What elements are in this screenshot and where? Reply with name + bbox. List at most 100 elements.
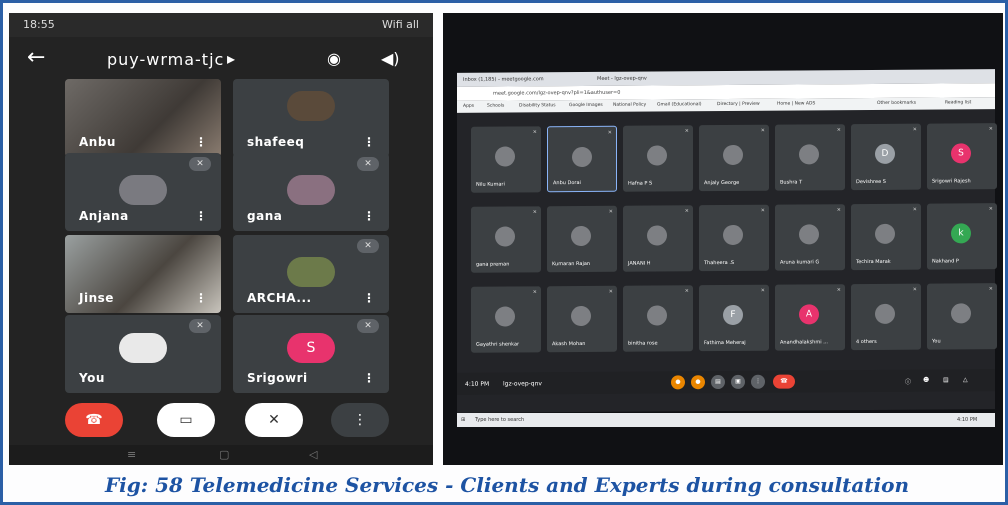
chat-icon[interactable]: ▤: [943, 376, 949, 383]
participant-name: You: [79, 371, 105, 385]
participant-tile[interactable]: ✕ Nilu Kumari: [471, 126, 541, 193]
more-options-icon[interactable]: ⋮: [195, 209, 207, 223]
more-options-button[interactable]: ⋮: [331, 403, 389, 437]
participant-name: Fathima Meheraj: [704, 339, 746, 347]
bookmark-item[interactable]: Home | New ADS: [777, 101, 815, 106]
participant-tile[interactable]: ✕ gana preman: [471, 206, 541, 273]
more-options-icon[interactable]: ⋮: [363, 209, 375, 223]
bookmark-item[interactable]: Gmail (Educational): [657, 102, 701, 107]
participant-tile[interactable]: ✕ S Srigowri ⋮: [233, 315, 389, 393]
camera-switch-icon[interactable]: ◉: [327, 49, 341, 68]
participant-tile[interactable]: ✕ Anjana ⋮: [65, 153, 221, 231]
participant-tile[interactable]: ✕ gana ⋮: [233, 153, 389, 231]
participant-tile[interactable]: ✕ ARCHA... ⋮: [233, 235, 389, 313]
participant-name: Aruna kumari G: [780, 259, 820, 266]
participant-tile[interactable]: ✕ Akash Mohan: [547, 285, 617, 353]
tab-inbox[interactable]: Inbox (1,185) - meetgoogle.com: [463, 76, 544, 83]
home-icon[interactable]: ▢: [219, 448, 229, 461]
participant-tile[interactable]: ✕ Thaheera .S: [699, 204, 769, 272]
bookmark-item[interactable]: Disability Status: [519, 103, 556, 108]
taskbar-search[interactable]: Type here to search: [475, 417, 524, 423]
participant-name: gana: [247, 209, 283, 223]
participant-name: Srigowri Rajesh: [932, 178, 971, 185]
mic-off-icon: ✕: [836, 287, 841, 294]
participant-tile[interactable]: F ✕ Fathima Meheraj: [699, 284, 769, 352]
participant-tile[interactable]: ✕ Hafna P S: [623, 125, 693, 192]
activities-icon[interactable]: △: [963, 376, 968, 383]
participant-tile[interactable]: ✕ 4 others: [851, 283, 921, 351]
bookmarks-bar: Apps Schools Disability Status Google Im…: [457, 97, 995, 113]
participant-tile[interactable]: D ✕ Devishree S: [851, 123, 921, 191]
bookmark-item[interactable]: Apps: [463, 104, 474, 109]
participant-name: Thaheera .S: [704, 259, 735, 267]
participant-name: Kumaran Rajan: [552, 260, 591, 268]
more-options-icon[interactable]: ⋮: [363, 371, 375, 385]
participant-tile[interactable]: ✕ Anjaly George: [699, 124, 769, 192]
avatar: [799, 144, 819, 165]
participant-tile[interactable]: A ✕ Anandhalakshmi ...: [775, 284, 845, 351]
participant-tile[interactable]: ✕ Bushra T: [775, 124, 845, 191]
bookmark-item[interactable]: Schools: [487, 104, 504, 109]
chevron-right-icon[interactable]: ▸: [227, 49, 235, 68]
info-icon[interactable]: ⓘ: [905, 377, 911, 386]
participant-tile[interactable]: S ✕ Srigowri Rajesh: [927, 123, 997, 190]
participant-name: Srigowri: [247, 371, 308, 385]
end-call-button[interactable]: ☎: [65, 403, 123, 437]
participant-name: Techira Marak: [856, 258, 891, 266]
phone-screenshot: 18:55 Wifi all ← puy-wrma-tjc ▸ ◉ ◀) Anb…: [9, 13, 433, 465]
speaker-icon[interactable]: ◀): [381, 49, 400, 68]
more-options-icon[interactable]: ⋮: [195, 135, 207, 149]
participant-tile[interactable]: ✕ Aruna kumari G: [775, 204, 845, 271]
participant-tile[interactable]: ✕ JANANI H: [623, 205, 693, 272]
end-call-button[interactable]: ☎: [773, 374, 795, 389]
more-options-icon[interactable]: ⋮: [195, 291, 207, 305]
status-bar: 18:55 Wifi all: [9, 13, 433, 37]
mic-off-button[interactable]: ✕: [245, 403, 303, 437]
participant-tile[interactable]: ✕ binitha rose: [623, 285, 693, 352]
avatar: k: [951, 223, 971, 244]
participant-tile[interactable]: ✕ Anbu Dorai: [547, 125, 617, 193]
participant-tile[interactable]: ✕ You: [927, 283, 997, 350]
camera-button[interactable]: ●: [691, 375, 705, 390]
participant-name: Hafna P S: [628, 180, 653, 187]
mic-off-icon: ✕: [357, 157, 379, 171]
mic-off-icon: ✕: [760, 207, 765, 214]
participant-tile[interactable]: ✕ Techira Marak: [851, 203, 921, 271]
more-options-icon[interactable]: ⋮: [363, 291, 375, 305]
back-icon[interactable]: ◁: [309, 448, 317, 461]
meeting-code: lgz-ovep-qnv: [503, 380, 542, 388]
captions-button[interactable]: ▤: [711, 375, 725, 390]
meeting-code[interactable]: puy-wrma-tjc: [107, 50, 224, 69]
start-icon[interactable]: ⊞: [461, 417, 465, 423]
back-arrow-icon[interactable]: ←: [27, 45, 45, 70]
present-button[interactable]: ▣: [731, 374, 745, 389]
mic-button[interactable]: ●: [671, 375, 685, 390]
participant-tile[interactable]: Jinse ⋮: [65, 235, 221, 313]
participant-tile[interactable]: Anbu ⋮: [65, 79, 221, 157]
mic-off-icon: ✕: [912, 206, 917, 213]
participant-name: Devishree S: [856, 178, 886, 186]
people-icon[interactable]: ☻: [923, 377, 929, 384]
tab-meet[interactable]: Meet - lgz-ovep-qnv: [597, 76, 647, 82]
bookmark-item[interactable]: National Policy: [613, 103, 646, 108]
bookmark-item[interactable]: Reading list: [945, 100, 971, 105]
meet-control-bar: 4:10 PM lgz-ovep-qnv ● ● ▤ ▣ ⋮ ☎ ⓘ ☻ ▤ △: [457, 369, 995, 395]
figure-frame: 18:55 Wifi all ← puy-wrma-tjc ▸ ◉ ◀) Anb…: [0, 0, 1008, 505]
meeting-time: 4:10 PM: [465, 380, 490, 388]
camera-off-button[interactable]: ▭: [157, 403, 215, 437]
participant-name: Anbu Dorai: [553, 180, 581, 187]
bookmark-item[interactable]: Directory | Preview: [717, 102, 760, 107]
participant-tile[interactable]: ✕ You: [65, 315, 221, 393]
recents-icon[interactable]: ≡: [127, 448, 136, 461]
participant-tile[interactable]: shafeeq ⋮: [233, 79, 389, 157]
participant-name: Anandhalakshmi ...: [780, 339, 828, 346]
participant-tile[interactable]: ✕ Kumaran Rajan: [547, 205, 617, 273]
more-options-button[interactable]: ⋮: [751, 374, 765, 389]
participant-name: ARCHA...: [247, 291, 312, 305]
bookmark-item[interactable]: Google Images: [569, 103, 603, 108]
more-options-icon[interactable]: ⋮: [363, 135, 375, 149]
participant-tile[interactable]: ✕ Gayathri shenkar: [471, 286, 541, 353]
participant-tile[interactable]: k ✕ Nakhand P: [927, 203, 997, 270]
bookmark-item[interactable]: Other bookmarks: [877, 101, 916, 106]
mic-off-icon: ✕: [532, 129, 537, 136]
